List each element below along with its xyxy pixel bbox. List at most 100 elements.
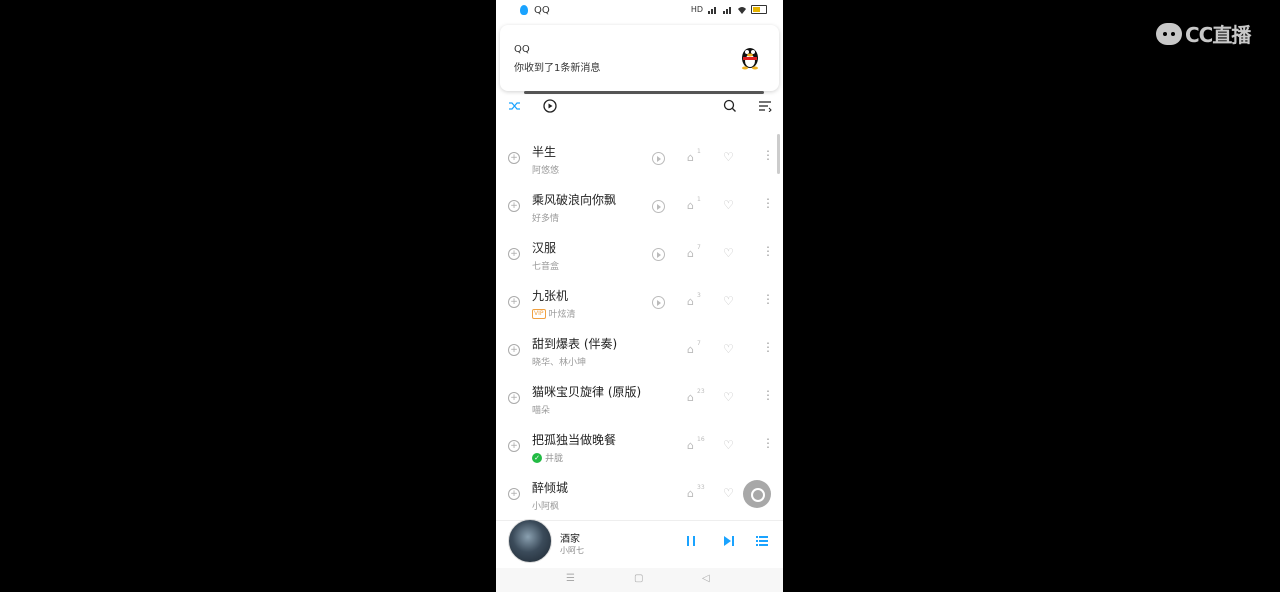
wifi-icon (738, 6, 746, 14)
play-count: 23 (697, 388, 705, 395)
now-playing-artist: 小阿七 (560, 546, 584, 555)
qq-notification-banner[interactable]: QQ 你收到了1条新消息 (500, 25, 779, 91)
notification-title: QQ (514, 44, 530, 55)
heart-icon[interactable]: ♡ (723, 151, 734, 163)
mini-player[interactable]: 酒家 小阿七 (496, 519, 783, 567)
menu-nav-icon[interactable]: ☰ (566, 573, 575, 584)
song-row[interactable]: + 把孤独当做晚餐 ✓ 井胧 ⌂ 16 ♡ ⋮ (496, 424, 783, 472)
song-row[interactable]: + 九张机 VIP 叶炫清 ⌂ 3 ♡ ⋮ (496, 280, 783, 328)
status-icons: HD (691, 5, 767, 14)
more-options-icon[interactable]: ⋮ (762, 293, 774, 305)
song-artist: 好多情 (532, 211, 559, 224)
home-nav-icon[interactable]: ▢ (634, 573, 643, 584)
mv-play-icon[interactable] (652, 152, 665, 165)
phone-screen: QQ HD QQ 你收到了1条新消息 + 半生 阿悠悠 ⌂ 1 ♡ ⋮ + 乘风… (496, 0, 783, 592)
add-song-icon[interactable]: + (508, 488, 520, 500)
heart-icon[interactable]: ♡ (723, 295, 734, 307)
next-track-icon[interactable] (721, 535, 737, 549)
more-options-icon[interactable]: ⋮ (762, 389, 774, 401)
song-title: 把孤独当做晚餐 (532, 433, 617, 447)
add-song-icon[interactable]: + (508, 440, 520, 452)
sort-menu-icon[interactable] (756, 97, 774, 115)
cc-logo-icon (1156, 22, 1182, 45)
song-artist: 晓华、林小坤 (532, 355, 586, 368)
add-song-icon[interactable]: + (508, 152, 520, 164)
add-song-icon[interactable]: + (508, 392, 520, 404)
shuffle-icon[interactable] (506, 97, 524, 115)
add-song-icon[interactable]: + (508, 248, 520, 260)
song-artist: ✓ 井胧 (532, 451, 563, 464)
play-all-icon[interactable] (541, 97, 559, 115)
add-song-icon[interactable]: + (508, 296, 520, 308)
song-row[interactable]: + 乘风破浪向你飘 好多情 ⌂ 1 ♡ ⋮ (496, 184, 783, 232)
more-options-icon[interactable]: ⋮ (762, 437, 774, 449)
song-artist: 阿悠悠 (532, 163, 559, 176)
artist-name: 好多情 (532, 214, 560, 224)
song-title: 汉服 (532, 241, 557, 255)
heart-icon[interactable]: ♡ (723, 391, 734, 403)
more-options-icon[interactable]: ⋮ (762, 149, 774, 161)
artist-name: 喵朵 (532, 406, 551, 416)
song-artist: 七音盒 (532, 259, 559, 272)
more-options-icon[interactable]: ⋮ (762, 341, 774, 353)
heart-icon[interactable]: ♡ (723, 199, 734, 211)
song-title: 九张机 (532, 289, 569, 303)
song-title: 猫咪宝贝旋律 (原版) (532, 385, 642, 399)
mv-play-icon[interactable] (652, 248, 665, 261)
battery-icon (751, 5, 767, 14)
song-title: 半生 (532, 145, 557, 159)
add-song-icon[interactable]: + (508, 200, 520, 212)
signal-icon-2 (723, 6, 731, 14)
artist-name: 晓华、林小坤 (532, 358, 587, 368)
verified-check-icon: ✓ (532, 452, 542, 463)
heart-icon[interactable]: ♡ (723, 247, 734, 259)
pause-icon[interactable] (683, 535, 699, 549)
song-row[interactable]: + 猫咪宝贝旋律 (原版) 喵朵 ⌂ 23 ♡ ⋮ (496, 376, 783, 424)
qq-notification-icon (520, 5, 528, 15)
add-song-icon[interactable]: + (508, 344, 520, 356)
playlist-icon[interactable] (754, 535, 770, 549)
mv-play-icon[interactable] (652, 200, 665, 213)
play-count: 1 (697, 196, 701, 203)
play-count: 33 (697, 484, 705, 491)
artist-name: 阿悠悠 (532, 166, 560, 176)
heart-icon[interactable]: ♡ (723, 343, 734, 355)
qq-penguin-icon (742, 48, 758, 70)
heart-icon[interactable]: ♡ (723, 439, 734, 451)
notification-message: 你收到了1条新消息 (514, 63, 601, 74)
song-artist: 喵朵 (532, 403, 550, 416)
back-nav-icon[interactable]: ◁ (702, 573, 710, 584)
album-cover[interactable] (508, 519, 552, 563)
more-options-icon[interactable]: ⋮ (762, 197, 774, 209)
more-options-icon[interactable]: ⋮ (762, 245, 774, 257)
system-nav-bar: ☰ ▢ ◁ (496, 568, 783, 592)
heart-icon[interactable]: ♡ (723, 487, 734, 499)
vip-badge: VIP (532, 308, 546, 319)
artist-name: 叶炫清 (548, 310, 576, 320)
song-artist: 小阿枫 (532, 499, 559, 512)
list-toolbar (496, 96, 783, 116)
song-row[interactable]: + 醉倾城 小阿枫 ⌂ 33 ♡ (496, 472, 783, 520)
notification-drag-handle[interactable] (524, 91, 764, 94)
now-playing-title: 酒家 (560, 534, 580, 545)
status-app-label: QQ (534, 5, 550, 16)
song-row[interactable]: + 汉服 七音盒 ⌂ 7 ♡ ⋮ (496, 232, 783, 280)
song-title: 甜到爆表 (伴奏) (532, 337, 618, 351)
cc-live-watermark: CC直播 (1156, 19, 1251, 48)
signal-icon (708, 6, 716, 14)
play-count: 7 (697, 244, 701, 251)
song-row[interactable]: + 半生 阿悠悠 ⌂ 1 ♡ ⋮ (496, 136, 783, 184)
floating-assist-button[interactable] (743, 480, 771, 508)
song-artist: VIP 叶炫清 (532, 307, 576, 320)
play-count: 16 (697, 436, 705, 443)
play-count: 1 (697, 148, 701, 155)
song-title: 乘风破浪向你飘 (532, 193, 617, 207)
search-icon[interactable] (721, 97, 739, 115)
song-row[interactable]: + 甜到爆表 (伴奏) 晓华、林小坤 ⌂ 7 ♡ ⋮ (496, 328, 783, 376)
play-count: 7 (697, 340, 701, 347)
song-title: 醉倾城 (532, 481, 569, 495)
mv-play-icon[interactable] (652, 296, 665, 309)
artist-name: 小阿枫 (532, 502, 560, 512)
watermark-text: CC直播 (1185, 23, 1251, 47)
hd-indicator: HD (690, 5, 703, 14)
